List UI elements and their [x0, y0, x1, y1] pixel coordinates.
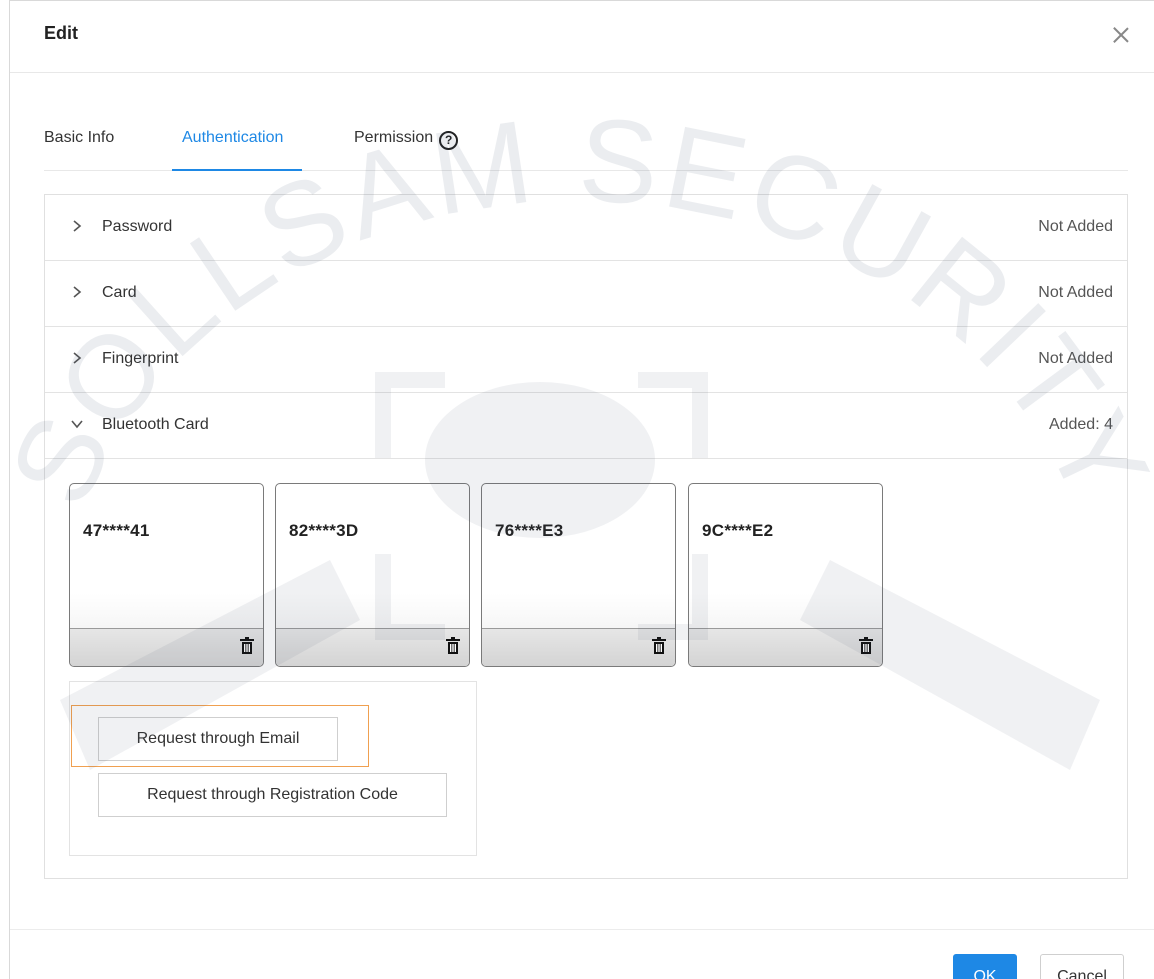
request-registration-code-button[interactable]: Request through Registration Code: [98, 773, 447, 817]
footer-divider: [10, 929, 1154, 930]
card-footer: [70, 628, 263, 666]
dialog-header: Edit: [10, 1, 1154, 73]
request-email-button[interactable]: Request through Email: [98, 717, 338, 761]
authentication-panel: Password Not Added Card Not Added Finger…: [44, 194, 1128, 879]
ok-button[interactable]: OK: [953, 954, 1017, 979]
tab-basic-info[interactable]: Basic Info: [44, 129, 114, 147]
help-icon[interactable]: ?: [439, 131, 459, 150]
auth-row-status: Not Added: [1038, 284, 1113, 301]
chevron-right-icon: [73, 352, 82, 364]
bluetooth-card-id: 47****41: [83, 521, 150, 540]
auth-row-bluetooth-card[interactable]: Bluetooth Card Added: 4: [45, 393, 1127, 459]
auth-row-label: Fingerprint: [102, 350, 179, 367]
tab-authentication[interactable]: Authentication: [182, 129, 283, 147]
tab-label: Authentication: [182, 129, 284, 146]
auth-row-label: Password: [102, 218, 173, 235]
tab-label: Permission: [354, 129, 434, 146]
tab-label: Basic Info: [44, 129, 115, 146]
auth-row-fingerprint[interactable]: Fingerprint Not Added: [45, 327, 1127, 393]
auth-row-label: Bluetooth Card: [102, 416, 209, 433]
card-footer: [276, 628, 469, 666]
card-footer: [482, 628, 675, 666]
bluetooth-card-id: 9C****E2: [702, 521, 774, 540]
bluetooth-card-id: 76****E3: [495, 521, 564, 540]
cancel-button[interactable]: Cancel: [1040, 954, 1124, 979]
auth-row-label: Card: [102, 284, 137, 301]
chevron-right-icon: [73, 286, 82, 298]
bluetooth-card[interactable]: 76****E3: [481, 483, 676, 667]
bluetooth-card[interactable]: 82****3D: [275, 483, 470, 667]
dialog-title: Edit: [44, 23, 78, 43]
edit-dialog: Edit Basic Info Authentication Permissio…: [9, 0, 1154, 979]
chevron-right-icon: [73, 220, 82, 232]
delete-icon[interactable]: [445, 637, 461, 655]
delete-icon[interactable]: [651, 637, 667, 655]
auth-row-status: Added: 4: [1048, 416, 1113, 433]
bluetooth-card[interactable]: 9C****E2: [688, 483, 883, 667]
auth-row-password[interactable]: Password Not Added: [45, 195, 1127, 261]
auth-row-status: Not Added: [1038, 350, 1113, 367]
delete-icon[interactable]: [239, 637, 255, 655]
tab-bar: Basic Info Authentication Permission?: [44, 121, 1128, 171]
delete-icon[interactable]: [858, 637, 874, 655]
tab-permission[interactable]: Permission?: [354, 129, 459, 150]
chevron-down-icon: [71, 420, 83, 429]
bluetooth-card-id: 82****3D: [289, 521, 359, 540]
close-icon[interactable]: [1109, 23, 1133, 47]
card-footer: [689, 628, 882, 666]
auth-row-card[interactable]: Card Not Added: [45, 261, 1127, 327]
auth-row-status: Not Added: [1038, 218, 1113, 235]
active-tab-indicator: [172, 169, 302, 171]
bluetooth-card[interactable]: 47****41: [69, 483, 264, 667]
request-options: Request through Email Request through Re…: [69, 681, 477, 856]
